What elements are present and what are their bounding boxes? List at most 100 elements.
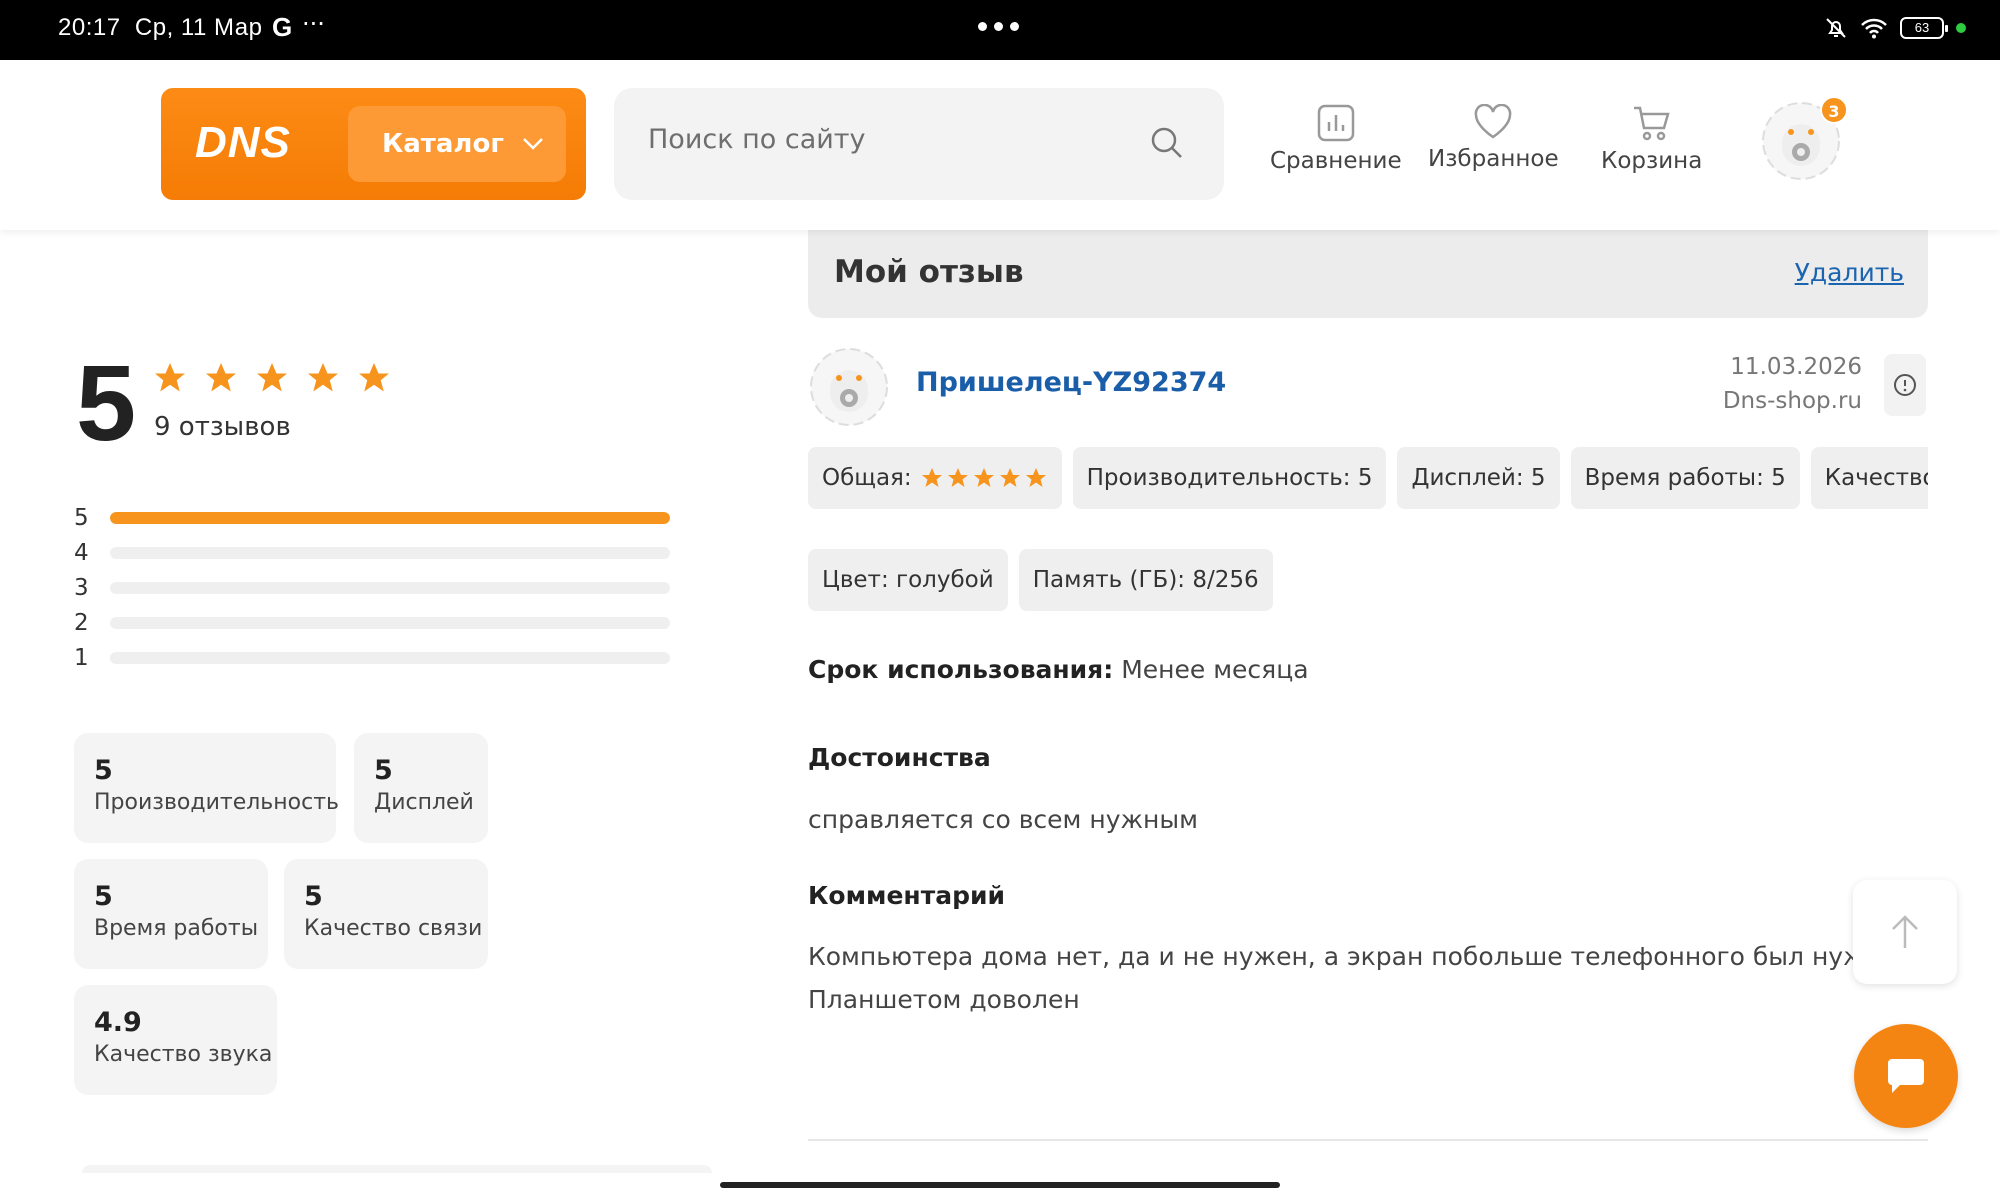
comment-line: Планшетом доволен <box>808 985 1080 1014</box>
distribution-row[interactable]: 3 <box>74 570 670 605</box>
overall-stars <box>920 466 1048 490</box>
more-notifications-icon: ··· <box>302 10 325 38</box>
distribution-fill <box>110 511 670 524</box>
usage-label: Срок использования: <box>808 655 1114 684</box>
review-date: 11.03.2026 <box>1730 354 1862 380</box>
cart-label: Корзина <box>1601 148 1703 174</box>
home-indicator[interactable] <box>720 1182 1280 1188</box>
criterion-card: 4.9 Качество звука <box>74 985 277 1095</box>
favorites-label: Избранное <box>1428 146 1559 172</box>
criterion-card: 5 Производительность <box>74 733 339 843</box>
star-icon <box>947 468 968 487</box>
chat-button[interactable] <box>1854 1024 1958 1128</box>
star-icon <box>206 363 236 392</box>
my-review-title: Мой отзыв <box>834 254 1024 290</box>
comment-title: Комментарий <box>808 881 1005 910</box>
chat-icon <box>1888 1059 1924 1093</box>
cart-button[interactable]: Корзина <box>1601 104 1702 174</box>
criterion-card: 5 Качество связи <box>284 859 488 969</box>
star-icon <box>257 363 287 392</box>
attribute-chip: Память (ГБ): 8/256 <box>1018 549 1273 611</box>
review-info-button[interactable] <box>1884 354 1926 416</box>
info-icon <box>1894 374 1916 396</box>
rating-chip: Качество связи: 5 <box>1810 447 1928 509</box>
site-header: DNS Каталог Сравнение Избранное Корзина … <box>0 60 2000 230</box>
search-icon[interactable] <box>1150 126 1184 160</box>
review-divider <box>808 1139 1928 1141</box>
pros-text: справляется со всем нужным <box>808 805 1198 834</box>
criterion-value: 5 <box>374 755 393 786</box>
criterion-value: 4.9 <box>94 1007 142 1038</box>
criterion-value: 5 <box>94 755 113 786</box>
attribute-chip: Цвет: голубой <box>808 549 1008 611</box>
dns-logo[interactable]: DNS <box>195 118 291 168</box>
status-bar: 20:17 Ср, 11 Мар G ··· 63 <box>0 0 2000 60</box>
brand-block: DNS Каталог <box>161 88 586 200</box>
pros-title: Достоинства <box>808 743 991 772</box>
usage-value: Менее месяца <box>1121 655 1309 684</box>
search-input[interactable] <box>648 124 1148 155</box>
star-icon <box>1025 468 1046 487</box>
rating-chip: Производительность: 5 <box>1072 447 1387 509</box>
author-name-link[interactable]: Пришелец-YZ92374 <box>916 367 1226 398</box>
window-handle-icon[interactable] <box>978 22 1019 31</box>
distribution-track <box>110 651 670 664</box>
compare-label: Сравнение <box>1270 148 1402 174</box>
next-section-edge <box>82 1165 712 1173</box>
google-icon: G <box>272 12 293 42</box>
distribution-stars: 4 <box>74 539 89 566</box>
heart-icon <box>1474 104 1512 139</box>
criterion-label: Качество звука <box>94 1042 273 1067</box>
rating-distribution: 5 4 3 2 1 <box>74 500 670 675</box>
cart-icon <box>1633 106 1670 141</box>
star-icon <box>359 363 389 392</box>
review-ratings: Общая: Производительность: 5 Дисплей: 5 Вр… <box>808 447 1928 509</box>
rating-chip: Дисплей: 5 <box>1397 447 1560 509</box>
comment-line: Компьютера дома нет, да и не нужен, а эк… <box>808 942 1906 971</box>
rating-chip: Время работы: 5 <box>1570 447 1800 509</box>
reviews-count[interactable]: 9 отзывов <box>154 412 291 442</box>
distribution-stars: 1 <box>74 644 89 671</box>
star-icon <box>921 468 942 487</box>
criterion-card: 5 Время работы <box>74 859 268 969</box>
star-icon <box>155 363 185 392</box>
search-box[interactable] <box>614 88 1224 200</box>
alien-avatar-icon <box>810 348 888 426</box>
overall-label: Общая: <box>822 465 912 491</box>
average-rating: 5 <box>76 342 137 463</box>
scroll-to-top-button[interactable] <box>1853 880 1957 984</box>
arrow-up-icon <box>1892 915 1918 948</box>
favorites-button[interactable]: Избранное <box>1428 104 1559 172</box>
distribution-row[interactable]: 5 <box>74 500 670 535</box>
review-source: Dns-shop.ru <box>1722 388 1862 414</box>
chevron-down-icon <box>523 138 543 150</box>
distribution-track <box>110 546 670 559</box>
rating-summary: 5 9 отзывов 5 4 3 2 1 5 Производительнос… <box>18 230 718 1173</box>
status-icons: 63 <box>1824 16 1966 40</box>
criterion-value: 5 <box>94 881 113 912</box>
compare-button[interactable]: Сравнение <box>1270 104 1402 174</box>
distribution-stars: 2 <box>74 609 89 636</box>
criterion-label: Качество связи <box>304 916 483 941</box>
my-review-header: Мой отзыв Удалить <box>808 230 1928 318</box>
battery-icon: 63 <box>1900 17 1948 39</box>
distribution-row[interactable]: 1 <box>74 640 670 675</box>
distribution-stars: 5 <box>74 504 89 531</box>
author-avatar[interactable] <box>808 346 890 428</box>
distribution-row[interactable]: 2 <box>74 605 670 640</box>
distribution-track <box>110 511 670 524</box>
usage-period: Срок использования: Менее месяца <box>808 655 1309 684</box>
compare-icon <box>1317 104 1355 142</box>
criterion-label: Дисплей <box>374 790 474 815</box>
my-review: Мой отзыв Удалить Пришелец-YZ92374 11.03… <box>808 230 1928 1170</box>
rating-stars <box>152 360 392 396</box>
profile-notification-badge: 3 <box>1820 96 1848 124</box>
camera-indicator-icon <box>1956 23 1966 33</box>
star-icon <box>973 468 994 487</box>
distribution-row[interactable]: 4 <box>74 535 670 570</box>
profile-avatar[interactable]: 3 <box>1760 96 1848 182</box>
catalog-button[interactable]: Каталог <box>348 106 566 182</box>
delete-review-link[interactable]: Удалить <box>1795 258 1904 287</box>
criterion-label: Время работы <box>94 916 259 941</box>
criterion-label: Производительность <box>94 790 339 815</box>
